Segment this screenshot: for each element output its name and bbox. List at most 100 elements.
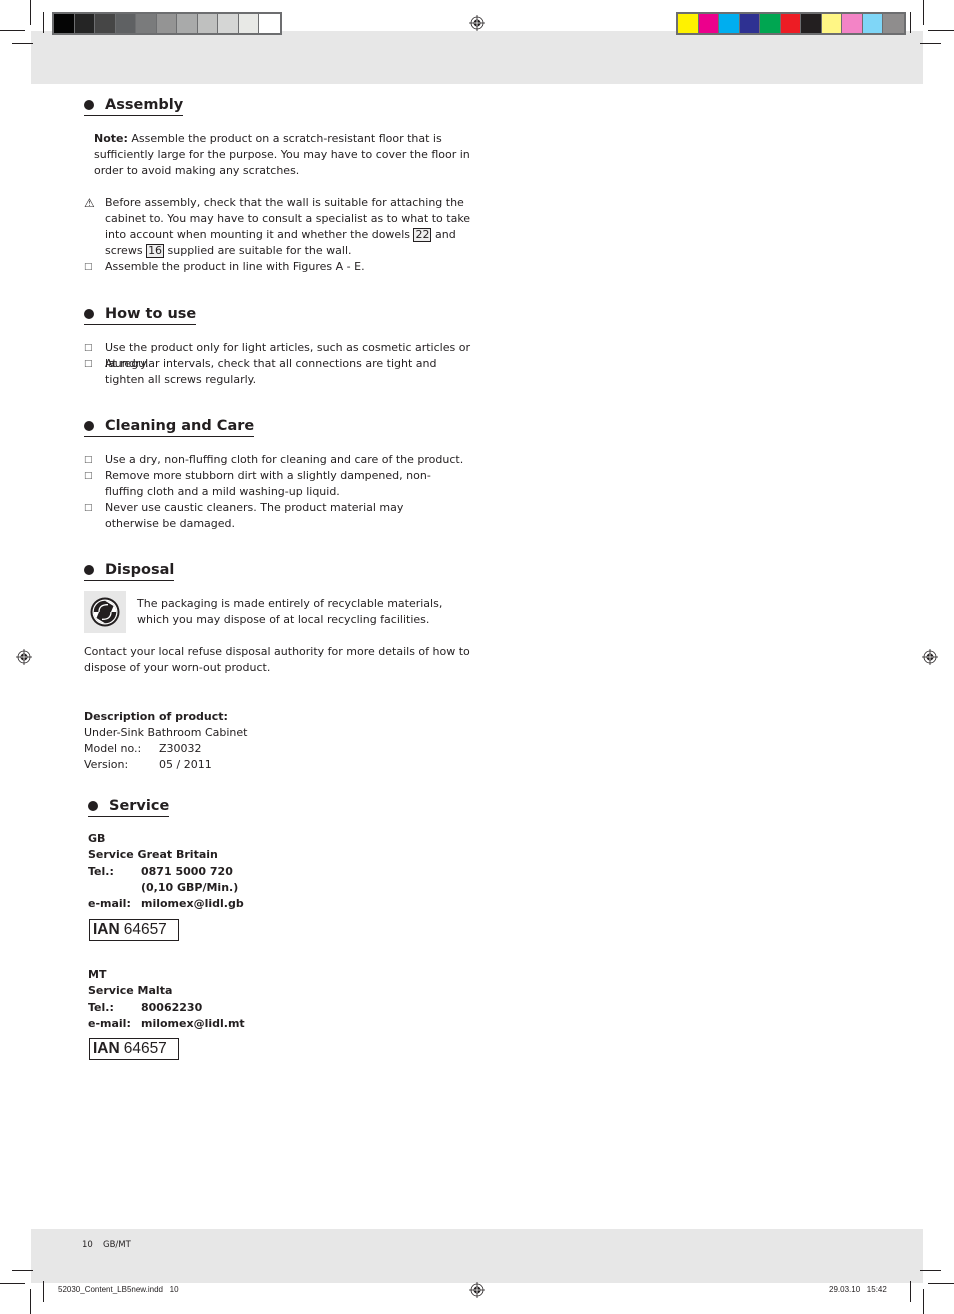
date-slug: 29.03.10 15:42 [829, 1285, 887, 1294]
registration-mark-icon [16, 649, 32, 665]
description-heading: Description of product: [84, 710, 228, 723]
section-heading-assembly: Assembly [84, 96, 184, 116]
gray-swatch [156, 14, 177, 33]
gray-swatch [259, 14, 280, 33]
list-item: □ Assemble the product in line with Figu… [84, 259, 484, 275]
color-swatch [842, 14, 863, 33]
color-swatch [883, 14, 904, 33]
crop-mark [30, 1289, 31, 1314]
list-item: □ Never use caustic cleaners. The produc… [84, 500, 484, 532]
ian-value: 64657 [123, 1040, 167, 1057]
crop-mark [928, 30, 954, 31]
crop-mark [0, 30, 25, 31]
assembly-warning: ⚠ Before assembly, check that the wall i… [84, 195, 484, 259]
list-item-text: Remove more stubborn dirt with a slightl… [105, 469, 431, 498]
gray-swatch [115, 14, 136, 33]
email-value[interactable]: milomex@lidl.mt [141, 1016, 245, 1032]
color-swatch [760, 14, 781, 33]
green-dot-recycling-logo [84, 591, 126, 633]
checkbox-bullet-icon: □ [84, 503, 93, 513]
assembly-note: Note: Assemble the product on a scratch-… [94, 131, 484, 179]
email-row: e-mail: milomex@lidl.gb [88, 896, 244, 912]
bullet-icon [84, 565, 94, 575]
product-name: Under-Sink Bathroom Cabinet [84, 726, 248, 739]
color-swatch [678, 14, 699, 33]
version-row: Version: 05 / 2011 [84, 757, 384, 773]
gray-swatch [54, 14, 75, 33]
crop-mark [923, 0, 924, 25]
tel-note-row: (0,10 GBP/Min.) [88, 880, 244, 896]
model-row: Model no.: Z30032 [84, 741, 384, 757]
color-swatch [862, 14, 883, 33]
list-item: □ At regular intervals, check that all c… [84, 356, 484, 388]
header-bleed-area [31, 31, 923, 84]
crop-mark [920, 1270, 941, 1271]
section-heading-cleaning-and-care: Cleaning and Care [84, 417, 255, 437]
ian-value: 64657 [123, 921, 167, 938]
list-item: □ Use a dry, non-fluffing cloth for clea… [84, 452, 484, 468]
crop-mark [30, 0, 31, 25]
page-language: GB/MT [103, 1240, 131, 1250]
service-gb: GB Service Great Britain Tel.: 0871 5000… [88, 831, 244, 912]
heading-text: Service [109, 798, 170, 814]
tel-label: Tel.: [88, 1000, 114, 1014]
crop-mark [910, 12, 911, 33]
email-value[interactable]: milomex@lidl.gb [141, 896, 244, 912]
list-item-text: Assemble the product in line with Figure… [105, 260, 365, 273]
gray-swatch [136, 14, 157, 33]
part-reference-dowels: 22 [413, 228, 432, 242]
registration-mark-icon [922, 649, 938, 665]
tel-note: (0,10 GBP/Min.) [141, 880, 239, 894]
note-text: Assemble the product on a scratch-resist… [94, 132, 470, 177]
model-value: Z30032 [159, 742, 202, 755]
bullet-icon [84, 421, 94, 431]
crop-mark [12, 43, 33, 44]
tel-value: 0871 5000 720 [141, 864, 233, 878]
tel-label: Tel.: [88, 864, 114, 878]
tel-row: Tel.: 0871 5000 720 [88, 864, 244, 880]
warning-text: Before assembly, check that the wall is … [105, 195, 484, 259]
model-label: Model no.: [84, 742, 142, 755]
heading-text: Disposal [105, 562, 175, 578]
email-label: e-mail: [88, 897, 131, 911]
registration-mark-icon [469, 15, 485, 31]
ian-box-gb: IAN 64657 [89, 919, 179, 941]
heading-text: How to use [105, 306, 197, 322]
crop-mark [910, 1281, 911, 1302]
checkbox-bullet-icon: □ [84, 262, 93, 272]
grayscale-color-bar [52, 12, 282, 35]
color-swatch [719, 14, 740, 33]
checkbox-bullet-icon: □ [84, 471, 93, 481]
tel-value: 80062230 [141, 1000, 203, 1014]
email-label: e-mail: [88, 1016, 131, 1030]
bullet-icon [84, 100, 94, 110]
crop-mark [923, 1289, 924, 1314]
note-label: Note: [94, 132, 128, 145]
section-heading-service: Service [88, 797, 170, 817]
product-description: Description of product: Under-Sink Bathr… [84, 709, 384, 773]
bullet-icon [84, 309, 94, 319]
gray-swatch [74, 14, 95, 33]
packaging-text: The packaging is made entirely of recycl… [137, 597, 443, 626]
heading-text: Cleaning and Care [105, 418, 255, 434]
crop-mark [43, 12, 44, 33]
warning-triangle-icon: ⚠ [84, 196, 95, 210]
section-heading-how-to-use: How to use [84, 305, 197, 325]
checkbox-bullet-icon: □ [84, 359, 93, 369]
section-heading-disposal: Disposal [84, 561, 175, 581]
file-slug: 52030_Content_LB5new.indd 10 [58, 1285, 179, 1294]
service-name: Service Malta [88, 984, 173, 998]
checkbox-bullet-icon: □ [84, 455, 93, 465]
crop-mark [43, 1281, 44, 1302]
gray-swatch [238, 14, 259, 33]
list-item: □ Remove more stubborn dirt with a sligh… [84, 468, 484, 500]
service-name: Service Great Britain [88, 848, 218, 862]
crop-mark [928, 1283, 954, 1284]
color-swatch [780, 14, 801, 33]
ian-label: IAN [93, 1040, 120, 1057]
list-item-text: At regular intervals, check that all con… [105, 357, 437, 386]
version-value: 05 / 2011 [159, 758, 212, 771]
crop-mark [0, 1283, 25, 1284]
service-country: MT [88, 968, 107, 981]
